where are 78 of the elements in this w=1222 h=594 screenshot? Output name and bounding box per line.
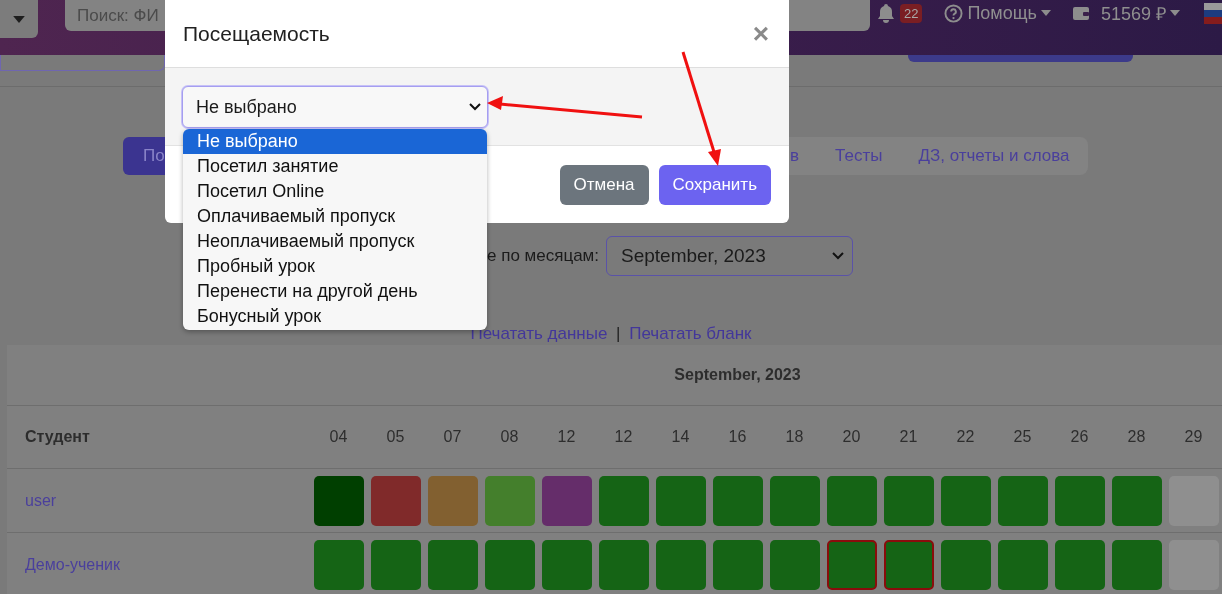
attendance-cell[interactable]	[883, 539, 934, 590]
attendance-cell[interactable]	[427, 539, 478, 590]
close-button[interactable]: ×	[752, 17, 769, 50]
attendance-cell[interactable]	[712, 475, 763, 526]
dropdown-option[interactable]: Посетил занятие	[183, 154, 487, 179]
month-select[interactable]: September, 2023	[606, 236, 853, 276]
attendance-cell[interactable]	[598, 475, 649, 526]
attendance-cell[interactable]	[769, 475, 820, 526]
date-header: 21	[899, 428, 918, 446]
attendance-cell[interactable]	[541, 539, 592, 590]
attendance-cell[interactable]	[598, 539, 649, 590]
date-header: 12	[557, 428, 576, 446]
date-header: 18	[785, 428, 804, 446]
dropdown-option[interactable]: Бонусный урок	[183, 304, 487, 329]
date-header: 22	[956, 428, 975, 446]
attendance-cell[interactable]	[1054, 539, 1105, 590]
attendance-cell[interactable]	[313, 539, 364, 590]
flag-icon[interactable]	[1204, 2, 1222, 24]
attendance-cell[interactable]	[655, 539, 706, 590]
attendance-cell[interactable]	[370, 539, 421, 590]
attendance-cell[interactable]	[769, 539, 820, 590]
attendance-cell[interactable]	[427, 475, 478, 526]
chevron-icon	[469, 103, 481, 111]
date-header: 14	[671, 428, 690, 446]
attendance-cell[interactable]	[1111, 475, 1162, 526]
attendance-cell[interactable]	[1111, 539, 1162, 590]
chevron-icon	[832, 252, 844, 260]
attendance-cell[interactable]	[541, 475, 592, 526]
attendance-cell[interactable]	[655, 475, 706, 526]
attendance-cell[interactable]	[370, 475, 421, 526]
attendance-cell[interactable]	[484, 475, 535, 526]
caret-icon	[13, 15, 25, 23]
date-header: 04	[329, 428, 348, 446]
attendance-cell[interactable]	[997, 539, 1048, 590]
attendance-cell[interactable]	[826, 475, 877, 526]
status-select[interactable]: Не выбрано	[182, 86, 488, 128]
attendance-cell[interactable]	[997, 475, 1048, 526]
bell-icon[interactable]	[875, 3, 896, 23]
date-header: 28	[1127, 428, 1146, 446]
caret-icon	[1170, 10, 1180, 16]
attendance-cell[interactable]	[1054, 475, 1105, 526]
save-button[interactable]: Сохранить	[658, 164, 771, 205]
dropdown-option[interactable]: Не выбрано	[183, 129, 487, 154]
date-header: 26	[1070, 428, 1089, 446]
date-header: 05	[386, 428, 405, 446]
attendance-cell[interactable]	[883, 475, 934, 526]
cancel-button[interactable]: Отмена	[559, 164, 649, 205]
dropdown-option[interactable]: Перенести на другой день	[183, 279, 487, 304]
attendance-cell[interactable]	[712, 539, 763, 590]
month-header: September, 2023	[673, 366, 802, 384]
help-icon[interactable]	[944, 3, 964, 23]
attendance-cell[interactable]	[313, 475, 364, 526]
caret-icon	[1040, 10, 1051, 16]
attendance-cell[interactable]	[940, 539, 991, 590]
date-header: 16	[728, 428, 747, 446]
attendance-cell[interactable]	[826, 539, 877, 590]
menu-dropdown-button[interactable]	[0, 0, 38, 38]
header-button[interactable]	[908, 55, 1133, 62]
separator: |	[616, 324, 621, 343]
balance-menu[interactable]: 51569 ₽	[1100, 1, 1166, 25]
date-header: 08	[500, 428, 519, 446]
column-header: Студент	[25, 428, 90, 445]
date-header: 07	[443, 428, 462, 446]
notification-count: 22	[899, 3, 923, 23]
date-header: 29	[1184, 428, 1203, 446]
filter-label: е по месяцам:	[487, 246, 600, 266]
dialog-title: Посещаемость	[183, 21, 330, 46]
dropdown-option[interactable]: Неоплачиваемый пропуск	[183, 229, 487, 254]
help-menu[interactable]: Помощь	[967, 2, 1037, 24]
dropdown-option[interactable]: Оплачиваемый пропуск	[183, 204, 487, 229]
wallet-icon[interactable]	[1072, 6, 1089, 20]
dropdown-option[interactable]: Пробный урок	[183, 254, 487, 279]
date-header: 20	[842, 428, 861, 446]
dropdown-option[interactable]: Посетил Online	[183, 179, 487, 204]
attendance-cell[interactable]	[484, 539, 535, 590]
date-header: 12	[614, 428, 633, 446]
date-header: 25	[1013, 428, 1032, 446]
attendance-cell[interactable]	[940, 475, 991, 526]
